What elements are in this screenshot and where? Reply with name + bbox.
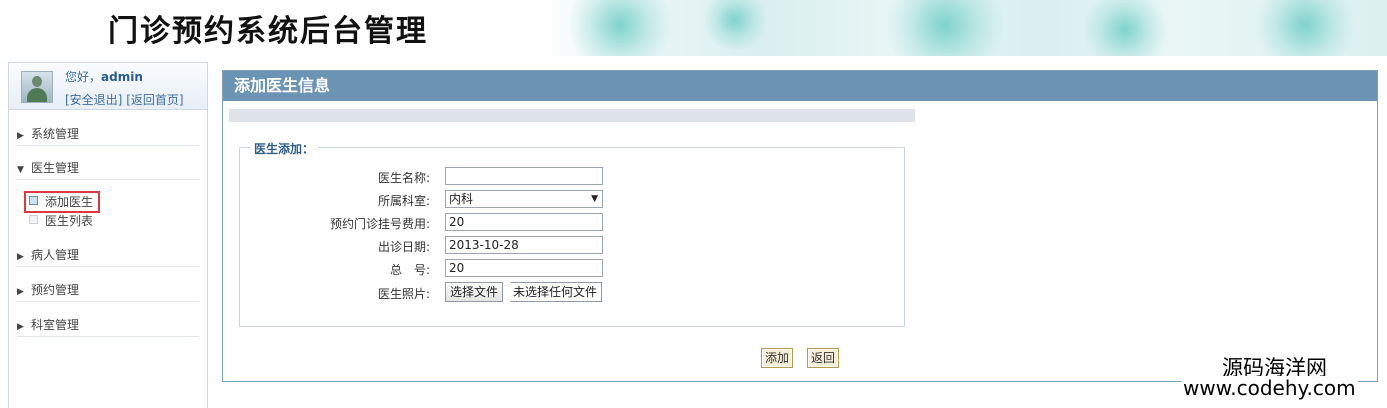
watermark-url: www.codehy.com bbox=[1181, 376, 1358, 400]
sidebar: 您好，admin [安全退出] [返回首页] ▶ 系统管理 ▼ 医生管理 添加医生 … bbox=[8, 62, 208, 408]
total-input[interactable]: 20 bbox=[445, 259, 603, 277]
sidebar-item-label: 添加医生 bbox=[45, 195, 94, 209]
fieldset-legend: 医生添加： bbox=[250, 140, 319, 157]
username: admin bbox=[101, 70, 143, 84]
user-links: [安全退出] [返回首页] bbox=[65, 91, 184, 108]
page-icon bbox=[29, 196, 38, 205]
menu-group-label: 科室管理 bbox=[31, 318, 80, 332]
menu-group-department[interactable]: ▶ 科室管理 bbox=[17, 314, 199, 337]
info-strip bbox=[229, 109, 915, 122]
page-icon bbox=[29, 215, 38, 224]
menu-group-label: 医生管理 bbox=[31, 161, 80, 175]
doctor-name-label: 医生名称: bbox=[377, 171, 430, 185]
department-label: 所属科室: bbox=[377, 194, 430, 208]
greeting-prefix: 您好， bbox=[65, 70, 102, 84]
greeting: 您好，admin bbox=[65, 68, 143, 85]
dropdown-arrow-icon: ▼ bbox=[591, 194, 598, 204]
back-button[interactable]: 返回 bbox=[807, 348, 840, 368]
department-value: 内科 bbox=[449, 192, 474, 206]
caret-down-icon: ▼ bbox=[17, 165, 24, 175]
fee-label: 预约门诊挂号费用: bbox=[329, 217, 430, 231]
menu-group-label: 系统管理 bbox=[31, 127, 80, 141]
photo-file-input[interactable]: 选择文件 未选择任何文件 bbox=[445, 282, 602, 302]
caret-right-icon: ▶ bbox=[17, 252, 24, 262]
caret-right-icon: ▶ bbox=[17, 322, 24, 332]
sidebar-item-label: 医生列表 bbox=[45, 214, 94, 228]
file-status: 未选择任何文件 bbox=[511, 282, 602, 302]
sidebar-item-doctor-list[interactable]: 医生列表 bbox=[29, 213, 93, 229]
doctor-form-fieldset: 医生添加： 医生名称: 所属科室: 内科 ▼ 预约门诊挂号费用: 20 出诊日期… bbox=[239, 140, 905, 327]
total-label: 总 号: bbox=[389, 263, 430, 277]
main-panel: 添加医生信息 医生添加： 医生名称: 所属科室: 内科 ▼ 预约门诊挂号费用: … bbox=[222, 70, 1378, 382]
panel-title: 添加医生信息 bbox=[223, 71, 1377, 101]
doctor-name-input[interactable] bbox=[445, 167, 603, 185]
date-label: 出诊日期: bbox=[377, 240, 430, 254]
date-input[interactable]: 2013-10-28 bbox=[445, 236, 603, 254]
menu-group-appointment[interactable]: ▶ 预约管理 bbox=[17, 279, 199, 302]
menu-group-label: 病人管理 bbox=[31, 248, 80, 262]
sidebar-item-add-doctor[interactable]: 添加医生 bbox=[23, 191, 101, 213]
fee-input[interactable]: 20 bbox=[445, 213, 603, 231]
add-button[interactable]: 添加 bbox=[761, 348, 794, 368]
caret-right-icon: ▶ bbox=[17, 287, 24, 297]
app-title: 门诊预约系统后台管理 bbox=[108, 14, 428, 49]
choose-file-button[interactable]: 选择文件 bbox=[445, 282, 504, 302]
menu-group-system[interactable]: ▶ 系统管理 bbox=[17, 123, 199, 146]
logout-link[interactable]: [安全退出] bbox=[65, 93, 122, 107]
department-select[interactable]: 内科 ▼ bbox=[445, 190, 603, 208]
menu-group-label: 预约管理 bbox=[31, 283, 80, 297]
home-link[interactable]: [返回首页] bbox=[126, 93, 183, 107]
header-banner: 门诊预约系统后台管理 bbox=[0, 0, 1387, 56]
avatar bbox=[21, 71, 53, 103]
user-box: 您好，admin [安全退出] [返回首页] bbox=[9, 63, 207, 110]
photo-label: 医生照片: bbox=[377, 287, 430, 301]
menu-group-doctor[interactable]: ▼ 医生管理 bbox=[17, 157, 199, 180]
caret-right-icon: ▶ bbox=[17, 131, 24, 141]
menu-group-patient[interactable]: ▶ 病人管理 bbox=[17, 244, 199, 267]
